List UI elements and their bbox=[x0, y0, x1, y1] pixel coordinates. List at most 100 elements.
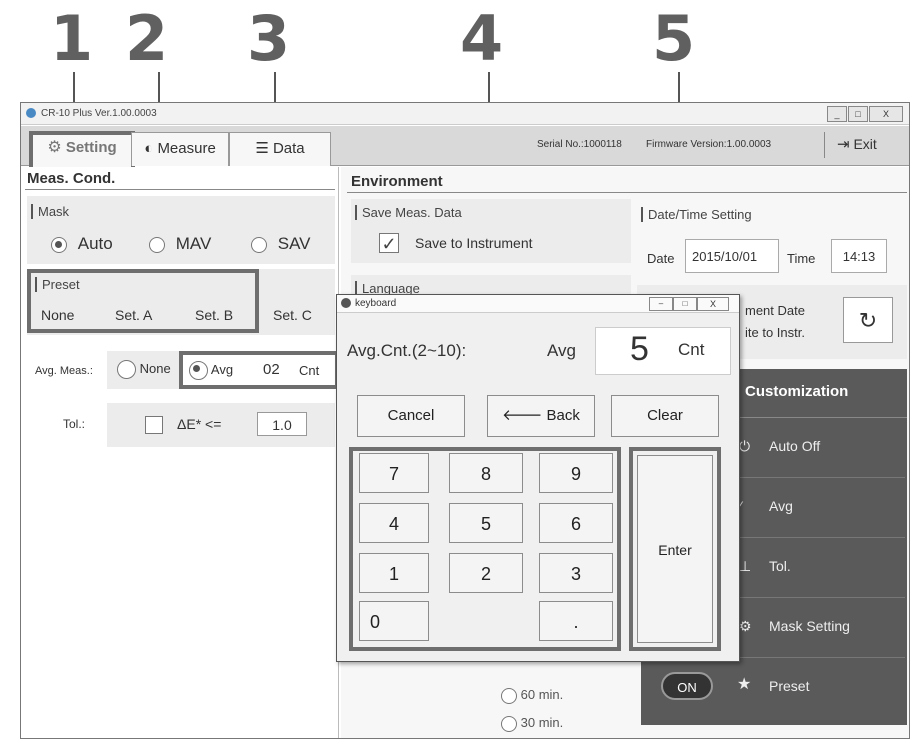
key-decimal[interactable]: . bbox=[539, 601, 613, 641]
autooff-60-option[interactable]: 60 min. bbox=[501, 687, 563, 704]
preset-group: Preset None Set. A Set. B Set. C bbox=[27, 269, 335, 335]
meas-cond-title: Meas. Cond. bbox=[27, 170, 116, 187]
mask-auto-label: Auto bbox=[77, 234, 113, 253]
exit-button[interactable]: ⇥ Exit bbox=[837, 135, 877, 153]
keyboard-input-label: Avg.Cnt.(2~10): bbox=[347, 341, 467, 360]
key-5[interactable]: 5 bbox=[449, 503, 523, 543]
avg-count-unit: Cnt bbox=[299, 363, 320, 378]
sync-text-1: ment Date bbox=[745, 303, 805, 318]
save-checkbox[interactable]: ✓ bbox=[379, 233, 399, 254]
save-group-label: Save Meas. Data bbox=[355, 205, 462, 220]
radio-60min[interactable] bbox=[501, 687, 517, 704]
star-icon: ★ bbox=[737, 676, 752, 693]
firmware-version: Firmware Version:1.00.0003 bbox=[646, 139, 772, 150]
tab-bar: ⚙ Setting ◐ Measure ☰ Data Serial No.:10… bbox=[21, 126, 909, 173]
autooff-30-label: 30 min. bbox=[520, 715, 564, 730]
key-6[interactable]: 6 bbox=[539, 503, 613, 543]
keyboard-app-icon bbox=[341, 298, 351, 308]
avg-count-value: 02 bbox=[263, 361, 280, 378]
tab-data[interactable]: ☰ Data bbox=[229, 132, 331, 166]
avg-avg-option[interactable]: Avg bbox=[189, 361, 233, 380]
menu-auto-off-label: Auto Off bbox=[769, 438, 821, 454]
mask-option-mav[interactable]: MAV bbox=[149, 234, 211, 254]
key-7[interactable]: 7 bbox=[359, 453, 429, 493]
tol-label: Tol.: bbox=[63, 417, 86, 431]
preset-set-a[interactable]: Set. A bbox=[115, 307, 152, 323]
menu-preset[interactable]: ON ★ Preset bbox=[641, 658, 905, 717]
clear-button[interactable]: Clear bbox=[611, 395, 719, 437]
keyboard-titlebar: keyboard – □ X bbox=[337, 295, 739, 313]
avg-option-highlight: Avg 02 Cnt bbox=[179, 351, 339, 389]
tol-value-field[interactable]: 1.0 bbox=[257, 412, 307, 436]
radio-mav[interactable] bbox=[149, 236, 165, 253]
customization-title: Customization bbox=[745, 383, 849, 400]
tab-measure[interactable]: ◐ Measure bbox=[131, 132, 229, 166]
date-label: Date bbox=[647, 251, 675, 266]
radio-30min[interactable] bbox=[501, 715, 517, 732]
gear-icon: ⚙ bbox=[47, 139, 62, 156]
meas-cond-panel: Meas. Cond. Mask Auto MAV SAV Preset Non… bbox=[21, 167, 339, 738]
radio-sav[interactable] bbox=[251, 236, 267, 253]
mask-option-auto[interactable]: Auto bbox=[51, 234, 113, 254]
divider bbox=[824, 132, 825, 158]
mask-option-sav[interactable]: SAV bbox=[251, 234, 311, 254]
keyboard-maximize-button[interactable]: □ bbox=[673, 297, 697, 311]
key-3[interactable]: 3 bbox=[539, 553, 613, 593]
keyboard-minimize-button[interactable]: – bbox=[649, 297, 673, 311]
time-field[interactable]: 14:13 bbox=[831, 239, 887, 273]
keyboard-value: 5 bbox=[630, 330, 649, 368]
datetime-group: Date/Time Setting Date 2015/10/01 Time 1… bbox=[637, 199, 907, 273]
preset-toggle[interactable]: ON bbox=[661, 672, 713, 700]
back-button[interactable]: 🡐 Back bbox=[487, 395, 595, 437]
key-4[interactable]: 4 bbox=[359, 503, 429, 543]
avg-none-label: None bbox=[139, 360, 171, 376]
preset-set-b[interactable]: Set. B bbox=[195, 307, 233, 323]
tab-data-label: Data bbox=[272, 140, 305, 157]
app-icon bbox=[26, 108, 36, 118]
radio-auto[interactable] bbox=[51, 236, 67, 253]
enter-button[interactable]: Enter bbox=[637, 455, 713, 643]
preset-none[interactable]: None bbox=[41, 307, 74, 323]
date-field[interactable]: 2015/10/01 bbox=[685, 239, 779, 273]
key-9[interactable]: 9 bbox=[539, 453, 613, 493]
serial-number: Serial No.:1000118 bbox=[537, 139, 622, 150]
keyboard-value-field[interactable]: 5 Cnt bbox=[595, 327, 731, 375]
minimize-button[interactable]: _ bbox=[827, 106, 847, 122]
measure-icon: ◐ bbox=[144, 140, 154, 157]
avg-avg-label: Avg bbox=[210, 361, 234, 377]
avg-count-field[interactable]: 02 bbox=[263, 361, 280, 378]
tab-setting-label: Setting bbox=[65, 139, 117, 156]
sync-button[interactable]: ↻ bbox=[843, 297, 893, 343]
preset-set-c[interactable]: Set. C bbox=[273, 307, 312, 323]
radio-avg[interactable] bbox=[189, 361, 208, 380]
keyboard-close-button[interactable]: X bbox=[697, 297, 729, 311]
callout-4: 4 bbox=[460, 2, 504, 75]
callout-1: 1 bbox=[50, 2, 94, 75]
key-0[interactable]: 0 bbox=[359, 601, 429, 641]
sync-text-2: ite to Instr. bbox=[745, 325, 805, 340]
callout-3: 3 bbox=[247, 2, 291, 75]
key-1[interactable]: 1 bbox=[359, 553, 429, 593]
avg-none-option[interactable]: None bbox=[117, 360, 171, 379]
save-checkbox-label: Save to Instrument bbox=[415, 235, 533, 251]
callout-5: 5 bbox=[652, 2, 696, 75]
radio-none[interactable] bbox=[117, 360, 136, 379]
autooff-30-option[interactable]: 30 min. bbox=[501, 715, 563, 732]
cancel-button[interactable]: Cancel bbox=[357, 395, 465, 437]
mask-sav-label: SAV bbox=[277, 234, 311, 253]
close-button[interactable]: X bbox=[869, 106, 903, 122]
power-icon: ⏻ bbox=[739, 438, 751, 454]
time-label: Time bbox=[787, 251, 816, 266]
refresh-icon: ↻ bbox=[858, 308, 878, 333]
key-8[interactable]: 8 bbox=[449, 453, 523, 493]
callout-2: 2 bbox=[125, 2, 169, 75]
keyboard-dialog: keyboard – □ X Avg.Cnt.(2~10): Avg 5 Cnt… bbox=[336, 294, 740, 662]
tol-checkbox[interactable] bbox=[145, 416, 163, 434]
maximize-button[interactable]: □ bbox=[848, 106, 868, 122]
tolerance-icon: ⊥ bbox=[739, 558, 752, 574]
window-title: CR-10 Plus Ver.1.00.0003 bbox=[41, 108, 157, 119]
tol-row: ΔE* <= 1.0 bbox=[107, 403, 335, 447]
key-2[interactable]: 2 bbox=[449, 553, 523, 593]
environment-title: Environment bbox=[351, 173, 443, 190]
mask-icon: ⚙ bbox=[739, 618, 752, 634]
